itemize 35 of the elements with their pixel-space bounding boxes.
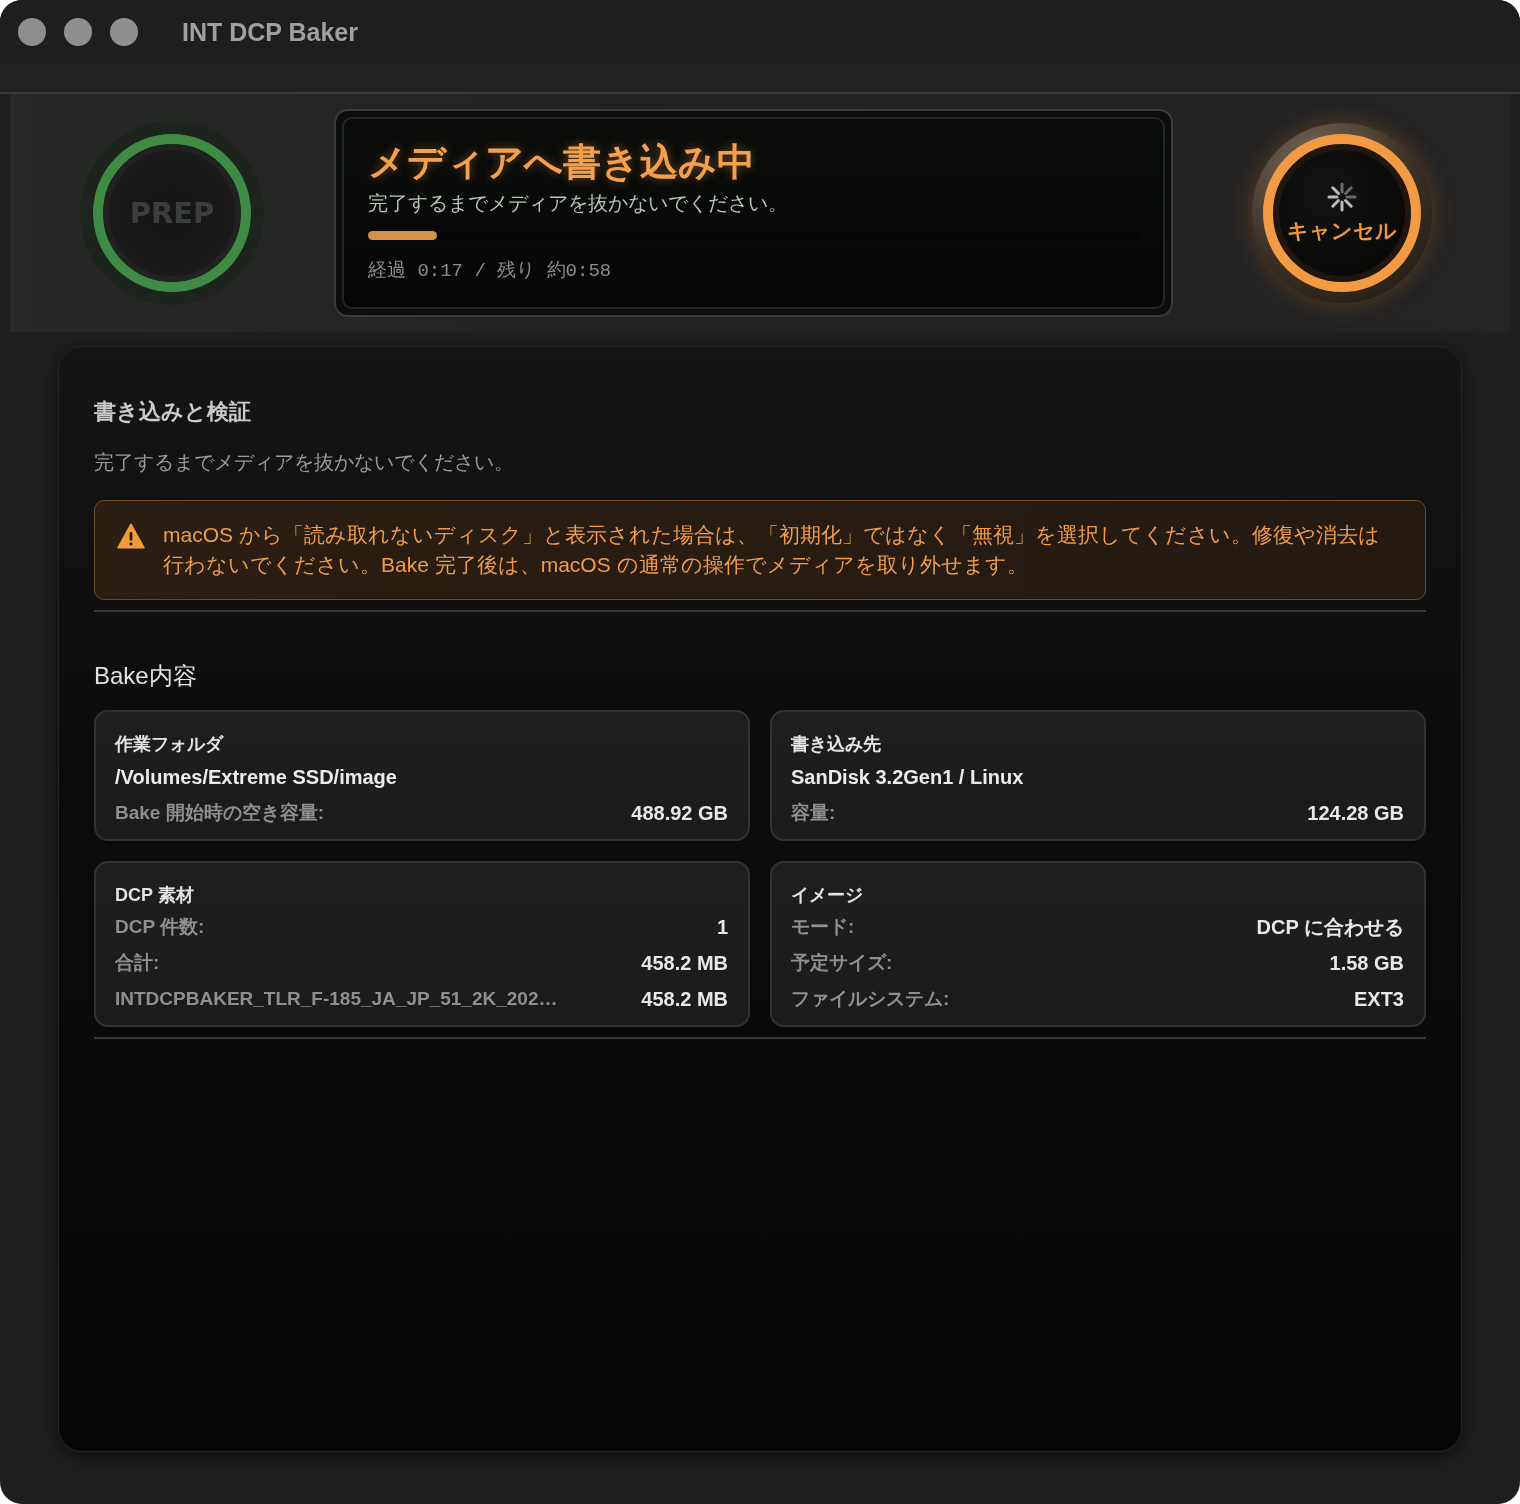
row-label: 合計:: [115, 951, 160, 975]
row-label: 容量:: [791, 801, 836, 825]
row-value: 1: [716, 915, 728, 940]
row-value: DCP に合わせる: [1256, 915, 1404, 940]
minimize-window-button[interactable]: [64, 18, 92, 46]
row-value: 488.92 GB: [631, 801, 728, 826]
row-value: 458.2 MB: [641, 951, 728, 976]
warning-icon: [117, 523, 145, 549]
warning-text: macOS から「読み取れないディスク」と表示された場合は、「初期化」ではなく「無視」を選択してください。修復や消去は行わないでください。Bake 完了後は、macOS の通常の操作でメディアを取り外せます。: [163, 522, 1381, 578]
section-message: 完了するまでメディアを抜かないでください。: [94, 450, 515, 475]
status-message: 完了するまでメディアを抜かないでください。: [368, 191, 789, 216]
row-value: 458.2 MB: [641, 987, 728, 1012]
card-title: DCP 素材: [115, 884, 195, 907]
row-label: ファイルシステム:: [791, 987, 950, 1011]
cancel-button[interactable]: キャンセル: [1262, 134, 1421, 292]
row-label: Bake 開始時の空き容量:: [115, 801, 325, 825]
card-title: イメージ: [791, 884, 864, 907]
card-primary-text: /Volumes/Extreme SSD/image: [115, 765, 398, 790]
row-value: 1.58 GB: [1329, 951, 1404, 976]
row-value: 124.28 GB: [1307, 801, 1404, 826]
row-label: モード:: [791, 915, 855, 939]
card-primary-text: SanDisk 3.2Gen1 / Linux: [791, 765, 1025, 790]
row-label: 予定サイズ:: [791, 951, 893, 975]
row-value: EXT3: [1353, 987, 1404, 1012]
section-title: Bake内容: [94, 661, 198, 691]
elapsed-remaining-time: 経過 0:17 / 残り 約0:58: [368, 259, 613, 284]
row-label: DCP 件数:: [115, 915, 205, 939]
zoom-window-button[interactable]: [110, 18, 138, 46]
window-title: INT DCP Baker: [182, 17, 358, 47]
card-title: 書き込み先: [791, 733, 882, 756]
section-title: 書き込みと検証: [94, 398, 252, 426]
status-title: メディアへ書き込み中: [368, 140, 756, 185]
row-label: INTDCPBAKER_TLR_F-185_JA_JP_51_2K_202…: [115, 987, 558, 1011]
close-window-button[interactable]: [18, 18, 46, 46]
card-title: 作業フォルダ: [115, 733, 225, 756]
